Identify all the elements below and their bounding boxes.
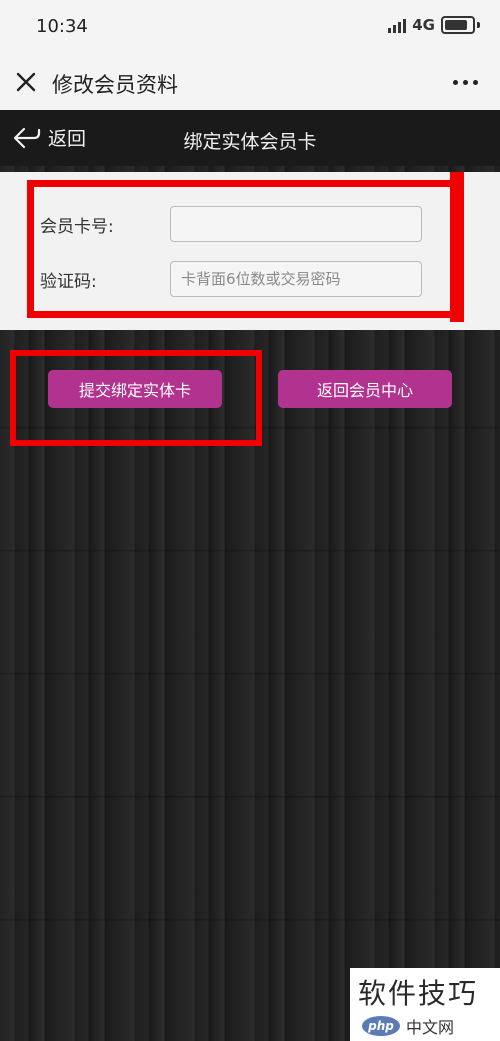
status-bar: 10:34 4G xyxy=(0,0,500,56)
watermark-logo: php 中文网 xyxy=(362,1014,454,1038)
battery-tip xyxy=(477,22,480,28)
network-type: 4G xyxy=(412,16,435,34)
status-indicators: 4G xyxy=(388,16,480,34)
card-number-label: 会员卡号: xyxy=(40,216,114,237)
page-title: 绑定实体会员卡 xyxy=(183,131,317,153)
battery-icon xyxy=(441,16,475,34)
signal-icon xyxy=(388,17,407,33)
card-number-row: 会员卡号: xyxy=(40,206,422,242)
verification-input[interactable] xyxy=(170,261,422,297)
page-content: 返回 绑定实体会员卡 会员卡号: 验证码: 提交绑定实体卡 返回会员中心 xyxy=(0,110,500,1041)
card-number-input[interactable] xyxy=(170,206,422,242)
return-member-center-button[interactable]: 返回会员中心 xyxy=(278,370,452,408)
more-options-icon[interactable] xyxy=(453,80,478,85)
bind-card-form: 会员卡号: 验证码: xyxy=(0,172,500,330)
nav-title: 修改会员资料 xyxy=(52,73,178,97)
watermark-site: 中文网 xyxy=(406,1018,455,1037)
verification-label: 验证码: xyxy=(40,271,97,292)
close-icon[interactable] xyxy=(14,70,38,94)
php-logo-icon: php xyxy=(362,1016,400,1036)
app-nav-bar: 修改会员资料 xyxy=(0,56,500,110)
watermark-text: 软件技巧 xyxy=(358,977,479,1010)
submit-bind-button[interactable]: 提交绑定实体卡 xyxy=(48,370,222,408)
verification-row: 验证码: xyxy=(40,261,422,297)
watermark: 软件技巧 php 中文网 xyxy=(350,968,500,1041)
status-time: 10:34 xyxy=(36,16,88,37)
